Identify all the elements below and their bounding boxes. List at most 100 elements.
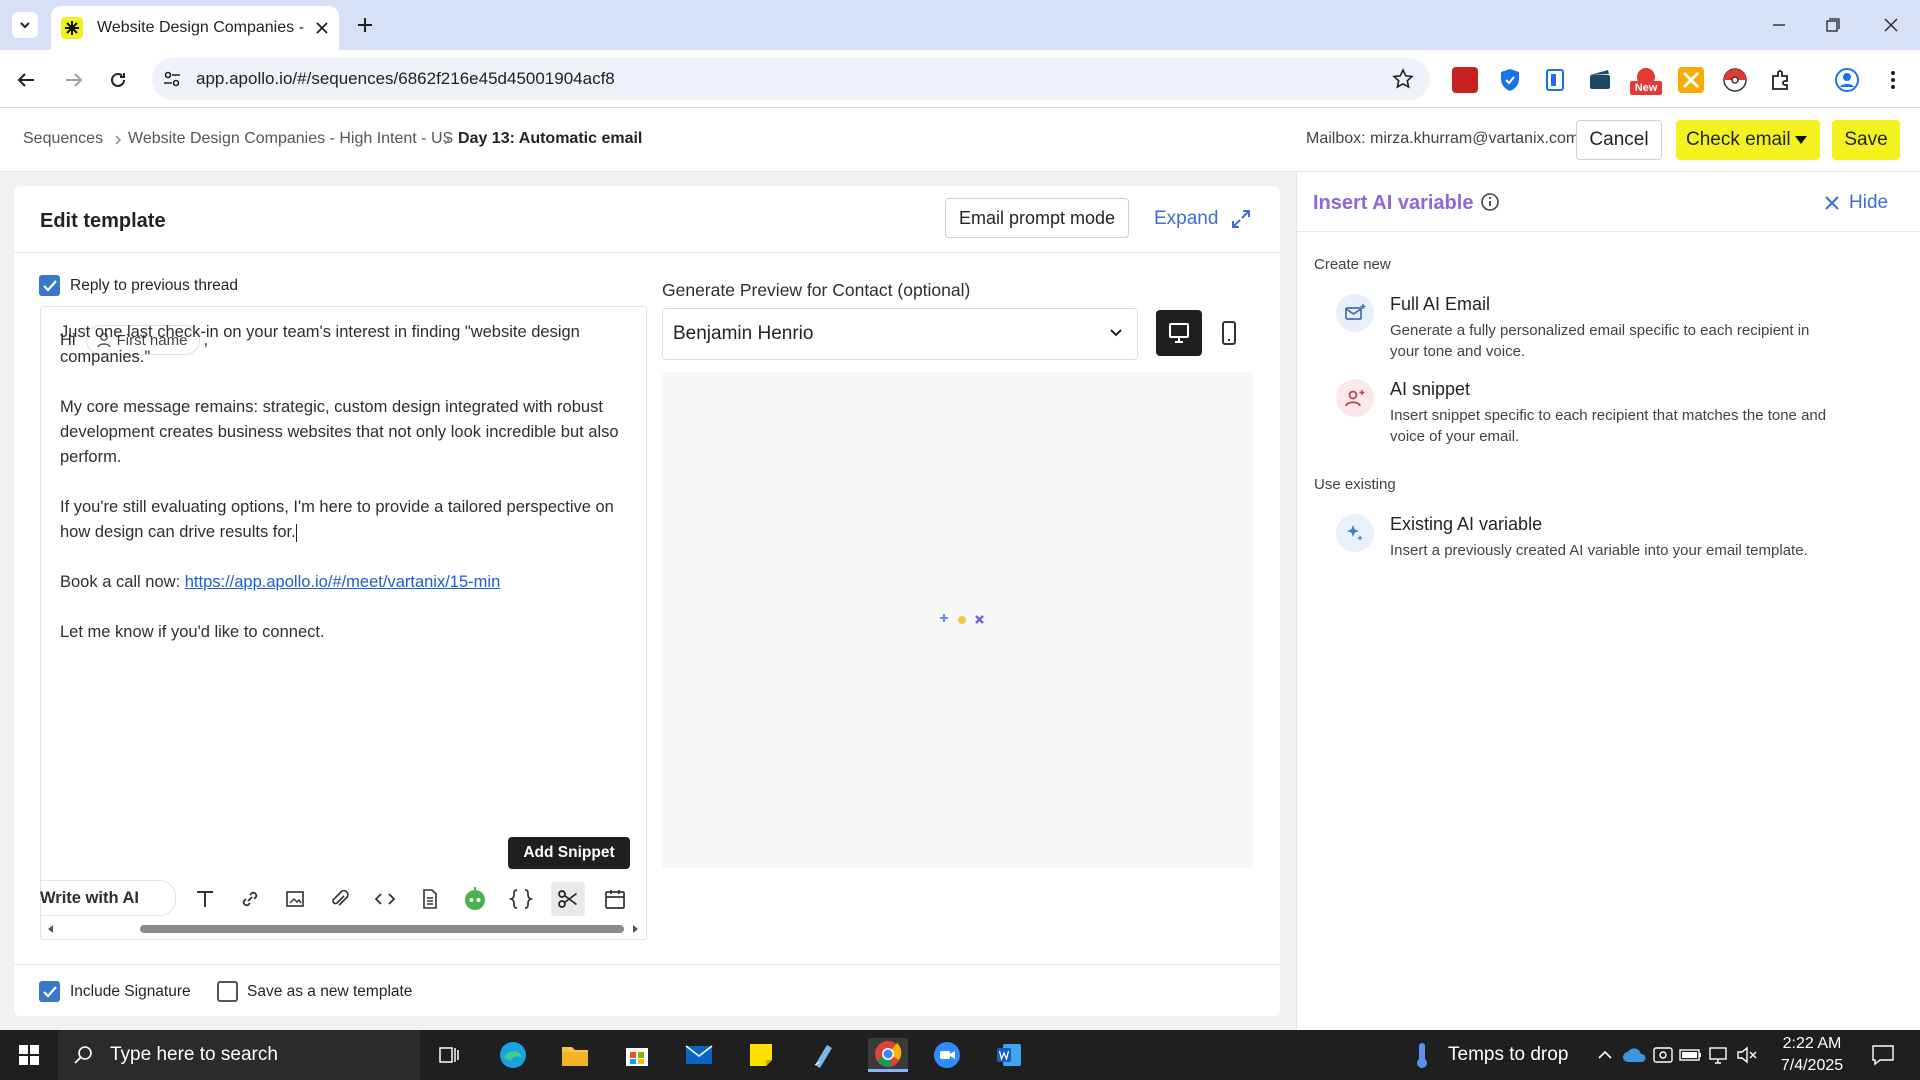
mail-app-icon[interactable]: [682, 1038, 716, 1072]
snippet-scissors-icon[interactable]: [551, 882, 585, 916]
windows-taskbar: Type here to search Temps to drop 2:22 A…: [0, 1030, 1920, 1080]
pokeball-extension-icon[interactable]: [1722, 67, 1748, 93]
edge-browser-icon[interactable]: [496, 1038, 530, 1072]
email-body-text[interactable]: Just one last check-in on your team's in…: [60, 320, 630, 670]
save-template-label: Save as a new template: [247, 983, 413, 1000]
include-signature-label: Include Signature: [70, 983, 191, 1000]
panel-divider: [14, 252, 1280, 253]
sticky-notes-icon[interactable]: [744, 1038, 778, 1072]
email-preview-area: [662, 372, 1254, 868]
ai-snippet-option[interactable]: AI snippet Insert snippet specific to ea…: [1336, 379, 1856, 449]
save-template-checkbox[interactable]: [217, 981, 238, 1002]
forward-arrow-icon[interactable]: [60, 66, 88, 94]
expand-arrows-icon: [1230, 208, 1252, 230]
body-paragraph: My core message remains: strategic, cust…: [60, 398, 619, 466]
bookmark-star-icon[interactable]: [1392, 68, 1414, 90]
mobile-preview-toggle[interactable]: [1206, 310, 1252, 356]
hide-panel-button[interactable]: Hide: [1825, 192, 1888, 214]
variables-braces-icon[interactable]: [504, 882, 538, 916]
include-signature-checkbox[interactable]: [39, 981, 60, 1002]
code-icon[interactable]: [368, 882, 402, 916]
notifications-icon[interactable]: [1866, 1038, 1900, 1072]
scroll-right-arrow-icon[interactable]: [630, 924, 640, 934]
clock-time[interactable]: 2:22 AM: [1780, 1035, 1844, 1053]
back-arrow-icon[interactable]: [12, 66, 40, 94]
option-description: Insert snippet specific to each recipien…: [1390, 407, 1827, 445]
link-icon[interactable]: [233, 882, 267, 916]
cancel-button[interactable]: Cancel: [1576, 120, 1662, 160]
reply-thread-checkbox[interactable]: [39, 275, 60, 296]
zoom-app-icon[interactable]: [930, 1038, 964, 1072]
ai-robot-icon[interactable]: [458, 882, 492, 916]
info-icon[interactable]: [1480, 192, 1500, 212]
taskbar-search-box[interactable]: Type here to search: [58, 1030, 420, 1080]
microsoft-store-icon[interactable]: [620, 1038, 654, 1072]
desktop-preview-toggle[interactable]: [1156, 310, 1202, 356]
scrollbar-thumb[interactable]: [140, 925, 624, 933]
snipping-tool-icon[interactable]: [806, 1038, 840, 1072]
close-x-icon: [1825, 196, 1839, 210]
search-icon: [74, 1045, 94, 1065]
apollo-favicon-icon: [61, 17, 83, 39]
site-info-icon[interactable]: [162, 69, 182, 89]
tag-extension-icon[interactable]: [1678, 67, 1704, 93]
tab-close-icon[interactable]: [315, 21, 329, 35]
toolbar-scrollbar[interactable]: [44, 922, 642, 936]
write-with-ai-button[interactable]: Write with AI: [40, 880, 176, 916]
volume-muted-icon[interactable]: [1730, 1038, 1764, 1072]
window-minimize-icon[interactable]: [1764, 10, 1794, 40]
image-icon[interactable]: [278, 882, 312, 916]
breadcrumb-sequence-name[interactable]: Website Design Companies - High Intent -…: [128, 130, 453, 148]
preview-contact-select[interactable]: Benjamin Henrio: [662, 308, 1138, 360]
task-view-icon[interactable]: [432, 1038, 466, 1072]
clapper-extension-icon[interactable]: [1587, 67, 1613, 93]
option-description: Insert a previously created AI variable …: [1390, 542, 1808, 559]
tab-title: Website Design Companies - Hi: [97, 19, 309, 36]
tab-search-chevron-icon[interactable]: [12, 12, 38, 38]
template-document-icon[interactable]: [413, 882, 447, 916]
breadcrumb-sequences[interactable]: Sequences: [23, 130, 103, 148]
full-ai-email-option[interactable]: Full AI Email Generate a fully personali…: [1336, 294, 1856, 364]
text-format-icon[interactable]: [188, 882, 222, 916]
mobile-phone-icon: [1220, 321, 1238, 345]
footer-divider: [14, 964, 1280, 965]
extensions-puzzle-icon[interactable]: [1768, 67, 1794, 93]
address-bar[interactable]: app.apollo.io/#/sequences/6862f216e45d45…: [152, 58, 1430, 100]
text-cursor: [295, 523, 297, 542]
window-close-icon[interactable]: [1876, 10, 1906, 40]
sequence-step-header: Sequences Website Design Companies - Hig…: [0, 108, 1920, 172]
pdf-extension-icon[interactable]: [1452, 67, 1478, 93]
document-extension-icon[interactable]: [1542, 67, 1568, 93]
url-text[interactable]: app.apollo.io/#/sequences/6862f216e45d45…: [196, 69, 615, 89]
browser-menu-icon[interactable]: [1880, 67, 1906, 93]
tray-chevron-up-icon[interactable]: [1588, 1038, 1622, 1072]
window-restore-icon[interactable]: [1818, 10, 1848, 40]
chrome-taskbar-icon[interactable]: [868, 1038, 908, 1072]
calendar-icon[interactable]: [598, 882, 632, 916]
breadcrumb-current-step: Day 13: Automatic email: [458, 130, 643, 147]
email-prompt-mode-button[interactable]: Email prompt mode: [945, 198, 1129, 238]
weather-text[interactable]: Temps to drop: [1448, 1044, 1568, 1066]
new-tab-plus-icon[interactable]: [352, 12, 378, 38]
check-email-button[interactable]: Check email: [1676, 120, 1820, 160]
add-snippet-button[interactable]: Add Snippet: [508, 837, 630, 869]
file-explorer-icon[interactable]: [558, 1038, 592, 1072]
browser-tab[interactable]: Website Design Companies - Hi: [51, 6, 339, 50]
existing-ai-variable-option[interactable]: Existing AI variable Insert a previously…: [1336, 514, 1856, 564]
clock-date[interactable]: 7/4/2025: [1776, 1057, 1848, 1075]
save-button[interactable]: Save: [1832, 120, 1900, 160]
use-existing-heading: Use existing: [1314, 476, 1396, 493]
reload-icon[interactable]: [104, 66, 132, 94]
windows-start-icon[interactable]: [12, 1038, 46, 1072]
word-app-icon[interactable]: [992, 1038, 1026, 1072]
taskbar-search-placeholder: Type here to search: [110, 1044, 278, 1065]
meeting-link[interactable]: https://app.apollo.io/#/meet/vartanix/15…: [185, 573, 501, 591]
scroll-left-arrow-icon[interactable]: [46, 924, 56, 934]
attachment-icon[interactable]: [323, 882, 357, 916]
expand-button[interactable]: Expand: [1154, 208, 1252, 230]
mailbox-label: Mailbox: mirza.khurram@vartanix.com: [1306, 130, 1580, 147]
check-email-label: Check email: [1686, 129, 1791, 150]
profile-avatar-icon[interactable]: [1834, 67, 1860, 93]
shield-extension-icon[interactable]: [1497, 67, 1523, 93]
new-badge-extension-icon[interactable]: New: [1630, 67, 1662, 95]
